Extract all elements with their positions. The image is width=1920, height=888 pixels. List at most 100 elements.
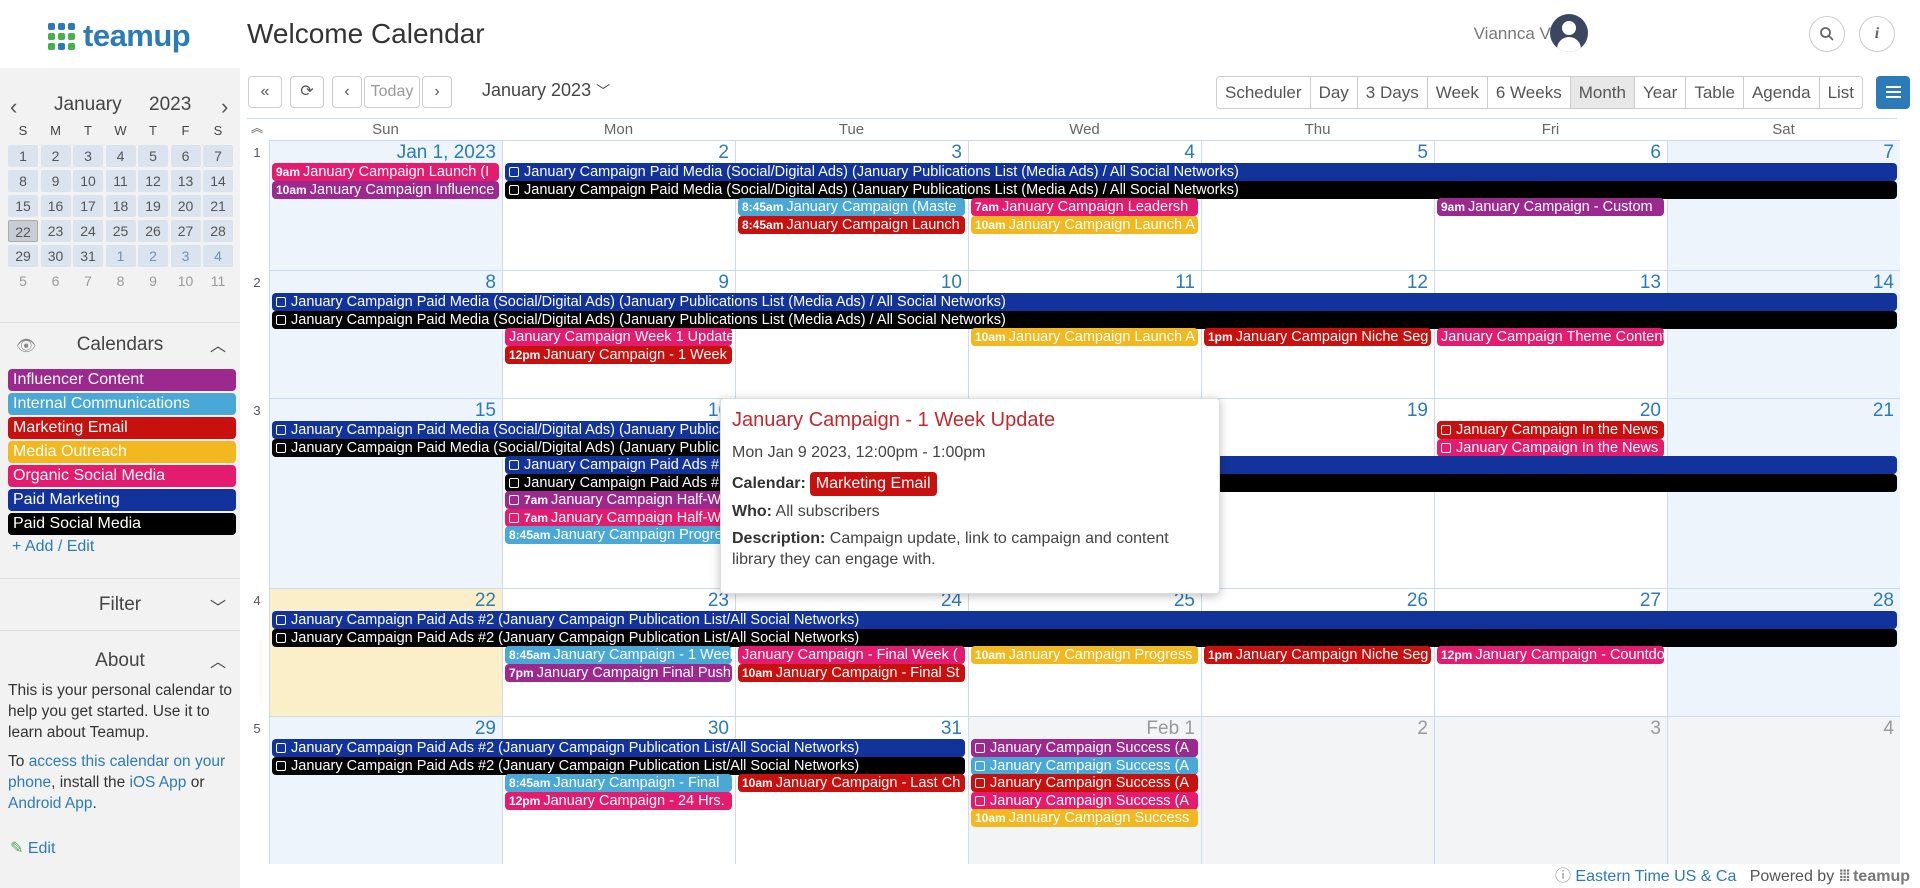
- mini-day[interactable]: 19: [138, 195, 168, 217]
- calendar-event[interactable]: 9am January Campaign Launch (I: [272, 163, 499, 181]
- calendar-event[interactable]: 8:45am January Campaign Launch: [738, 215, 965, 234]
- collapse-weeks-icon[interactable]: ︽: [247, 119, 267, 139]
- mini-day[interactable]: 16: [40, 195, 71, 217]
- day-number[interactable]: Feb 1: [1146, 718, 1195, 740]
- calendar-event[interactable]: 12pm January Campaign - 24 Hrs.: [505, 791, 732, 810]
- calendar-event[interactable]: 1pm January Campaign Niche Seg: [1204, 328, 1431, 346]
- view-month-button[interactable]: Month: [1570, 77, 1635, 108]
- calendars-section-header[interactable]: 👁 Calendars ︿: [0, 330, 240, 360]
- refresh-button[interactable]: ⟳: [290, 76, 324, 108]
- mini-day[interactable]: 25: [105, 220, 136, 242]
- mini-day[interactable]: 6: [170, 145, 201, 167]
- calendar-event[interactable]: January Campaign Paid Media (Social/Digi…: [272, 421, 732, 439]
- date-range-picker[interactable]: January 2023 ﹀: [482, 80, 610, 101]
- day-cell[interactable]: 2: [502, 140, 735, 270]
- calendar-item-paid-marketing[interactable]: Paid Marketing: [8, 489, 236, 511]
- mini-day[interactable]: 30: [40, 245, 71, 267]
- day-number[interactable]: 4: [1883, 718, 1894, 740]
- chevron-up-icon[interactable]: ︿: [210, 648, 226, 672]
- view-list-button[interactable]: List: [1819, 77, 1863, 108]
- day-cell[interactable]: 10: [735, 270, 968, 398]
- calendar-item-internal-communications[interactable]: Internal Communications: [8, 393, 236, 415]
- calendar-event[interactable]: January Campaign In the News: [1437, 421, 1664, 439]
- popup-title[interactable]: January Campaign - 1 Week Update: [732, 409, 1208, 432]
- main-menu-button[interactable]: [1876, 76, 1910, 109]
- mini-day[interactable]: 5: [138, 145, 168, 167]
- timezone-link[interactable]: Eastern Time US & Ca: [1575, 868, 1736, 885]
- day-number[interactable]: 4: [1184, 142, 1195, 164]
- prev-period-button[interactable]: ‹: [332, 76, 362, 108]
- day-number[interactable]: 19: [1407, 400, 1428, 422]
- view-scheduler-button[interactable]: Scheduler: [1217, 77, 1311, 108]
- week-number[interactable]: 5: [247, 721, 267, 736]
- day-number[interactable]: Jan 1, 2023: [397, 142, 496, 164]
- calendar-item-paid-social-media[interactable]: Paid Social Media: [8, 513, 236, 535]
- calendar-item-marketing-email[interactable]: Marketing Email: [8, 417, 236, 439]
- day-number[interactable]: 8: [485, 272, 496, 294]
- mini-day[interactable]: 1: [8, 145, 38, 167]
- mini-day[interactable]: 3: [170, 245, 201, 267]
- view-agenda-button[interactable]: Agenda: [1743, 77, 1820, 108]
- calendar-event[interactable]: January Campaign Success (A: [971, 791, 1198, 810]
- day-number[interactable]: 14: [1873, 272, 1894, 294]
- calendar-event[interactable]: 1pm January Campaign Niche Seg: [1204, 646, 1431, 664]
- view-6-weeks-button[interactable]: 6 Weeks: [1487, 77, 1571, 108]
- mini-day[interactable]: 3: [73, 145, 103, 167]
- calendar-item-media-outreach[interactable]: Media Outreach: [8, 441, 236, 463]
- teamup-logo[interactable]: teamup: [48, 18, 191, 54]
- day-cell[interactable]: 3: [1434, 716, 1667, 864]
- calendar-event[interactable]: 7am January Campaign Leadersh: [971, 198, 1198, 216]
- mini-day[interactable]: 14: [203, 170, 233, 192]
- week-number[interactable]: 1: [247, 145, 267, 160]
- footer-brand[interactable]: ⁞⁞⁞ teamup: [1839, 868, 1910, 885]
- calendar-event[interactable]: 10am January Campaign Launch A: [971, 215, 1198, 234]
- day-number[interactable]: 2: [1417, 718, 1428, 740]
- mini-next-month-icon[interactable]: ›: [221, 94, 228, 120]
- calendar-event[interactable]: January Campaign Paid Media (Social/Digi…: [505, 163, 1897, 181]
- calendar-event[interactable]: January Campaign Paid Ads #2 (January Ca…: [272, 628, 1897, 647]
- day-number[interactable]: 13: [1640, 272, 1661, 294]
- about-edit-link[interactable]: ✎ Edit: [10, 838, 55, 858]
- calendar-event[interactable]: January Campaign Success (A: [971, 756, 1198, 775]
- mini-day[interactable]: 13: [170, 170, 201, 192]
- calendar-event[interactable]: 12pm January Campaign - 1 Week: [505, 345, 732, 364]
- about-section-header[interactable]: About ︿: [0, 646, 240, 676]
- day-number[interactable]: 10: [941, 272, 962, 294]
- chevron-up-icon[interactable]: ︿: [210, 332, 226, 356]
- add-edit-calendars-link[interactable]: + Add / Edit: [12, 538, 94, 556]
- user-avatar-icon[interactable]: [1550, 14, 1588, 52]
- calendar-event[interactable]: 7am January Campaign Half-Way: [505, 491, 732, 509]
- mini-day[interactable]: 18: [105, 195, 136, 217]
- filter-section-header[interactable]: Filter ﹀: [0, 590, 240, 620]
- day-number[interactable]: 20: [1640, 400, 1661, 422]
- view-day-button[interactable]: Day: [1310, 77, 1358, 108]
- calendar-event[interactable]: 8:45am January Campaign - 1 Week: [505, 646, 732, 664]
- calendar-event[interactable]: January Campaign Success (A: [971, 774, 1198, 792]
- mini-day[interactable]: 4: [203, 245, 233, 267]
- day-cell[interactable]: 2: [1201, 716, 1434, 864]
- calendar-event[interactable]: 7pm January Campaign Final Push: [505, 663, 732, 682]
- today-button[interactable]: Today: [364, 76, 420, 108]
- android-app-link[interactable]: Android App: [8, 795, 92, 812]
- day-number[interactable]: 11: [1175, 272, 1195, 294]
- info-button[interactable]: i: [1859, 16, 1895, 52]
- mini-day[interactable]: 7: [203, 145, 233, 167]
- calendar-event[interactable]: January Campaign Theme Content: [1437, 328, 1664, 346]
- mini-day[interactable]: 11: [105, 170, 136, 192]
- mini-day[interactable]: 31: [73, 245, 103, 267]
- calendar-event[interactable]: 10am January Campaign Success: [971, 809, 1198, 827]
- mini-day[interactable]: 20: [170, 195, 201, 217]
- chevron-down-icon[interactable]: ﹀: [210, 594, 226, 618]
- day-number[interactable]: 12: [1407, 272, 1428, 294]
- calendar-event[interactable]: 10am January Campaign - Final St: [738, 663, 965, 682]
- view-year-button[interactable]: Year: [1634, 77, 1687, 108]
- day-number[interactable]: 2: [718, 142, 729, 164]
- calendar-event[interactable]: January Campaign Paid Media (Social/Digi…: [272, 438, 732, 457]
- mini-day[interactable]: 10: [171, 270, 201, 292]
- ios-app-link[interactable]: iOS App: [130, 774, 187, 791]
- mini-day[interactable]: 26: [138, 220, 168, 242]
- calendar-event[interactable]: 10am January Campaign Influence: [272, 180, 499, 199]
- day-number[interactable]: 31: [941, 718, 962, 740]
- view-table-button[interactable]: Table: [1686, 77, 1744, 108]
- day-number[interactable]: 21: [1873, 400, 1894, 422]
